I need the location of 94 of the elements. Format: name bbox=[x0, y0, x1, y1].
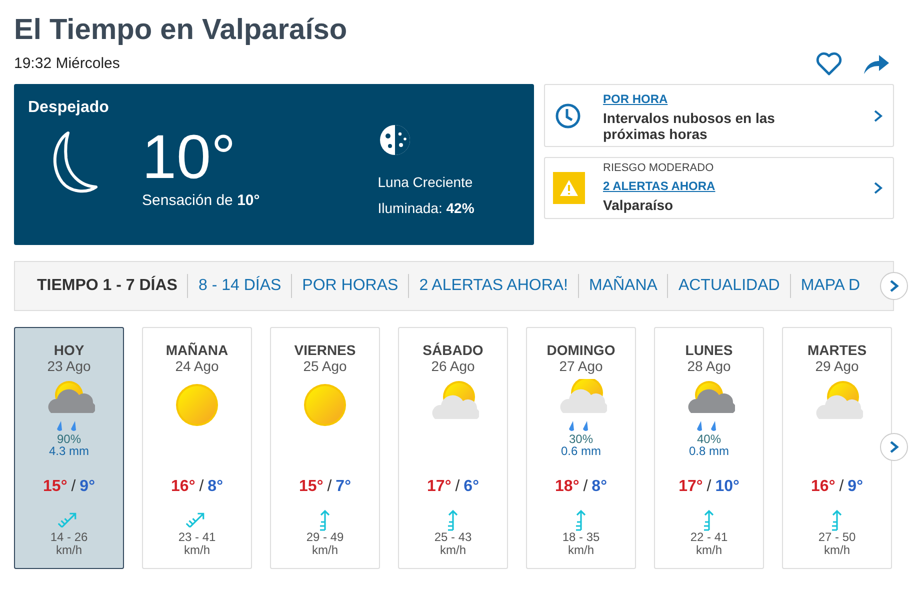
min-temperature: 6° bbox=[464, 477, 479, 497]
day-date: 25 Ago bbox=[303, 358, 347, 375]
next-button[interactable] bbox=[880, 433, 908, 461]
wind-unit: km/h bbox=[184, 544, 210, 557]
day-card[interactable]: MAÑANA 24 Ago 16° / 8° 23 - 41 km/h bbox=[142, 327, 252, 569]
wind-unit: km/h bbox=[312, 544, 338, 557]
next-button[interactable] bbox=[880, 272, 908, 300]
max-temperature: 15° bbox=[43, 477, 68, 497]
separator: / bbox=[455, 477, 460, 497]
separator: / bbox=[71, 477, 76, 497]
hourly-link[interactable]: POR HORA bbox=[603, 90, 873, 108]
hourly-card[interactable]: POR HORA Intervalos nubosos en las próximas horas bbox=[544, 84, 894, 147]
tab[interactable]: ACTUALIDAD bbox=[667, 274, 790, 298]
hourly-summary: Intervalos nubosos en las próximas horas bbox=[603, 110, 776, 142]
chevron-right-icon bbox=[889, 440, 899, 454]
tab[interactable]: MAÑANA bbox=[578, 274, 668, 298]
alert-location: Valparaíso bbox=[603, 196, 674, 215]
tab[interactable]: TIEMPO 1 - 7 DÍAS bbox=[27, 274, 188, 298]
page-title: El Tiempo en Valparaíso bbox=[14, 13, 348, 48]
day-date: 26 Ago bbox=[431, 358, 475, 375]
moon-phase: Luna Creciente bbox=[378, 173, 474, 192]
day-card[interactable]: LUNES 28 Ago 40% 0.8 mm 17° / 10° 22 - 41 km/h bbox=[654, 327, 764, 569]
min-temperature: 8° bbox=[592, 477, 607, 497]
day-name: DOMINGO bbox=[546, 342, 616, 358]
day-date: 29 Ago bbox=[815, 358, 859, 375]
day-card[interactable]: MARTES 29 Ago 16° / 9° 27 - 50 km/h bbox=[782, 327, 892, 569]
wind-speed: 22 - 41 bbox=[690, 531, 728, 544]
day-date: 24 Ago bbox=[175, 358, 219, 375]
share-icon[interactable] bbox=[862, 53, 890, 75]
wind-speed: 23 - 41 bbox=[178, 531, 216, 544]
wind-speed: 25 - 43 bbox=[434, 531, 472, 544]
day-name: MARTES bbox=[807, 342, 867, 358]
temperature: 10° bbox=[142, 128, 237, 188]
rain-chance: 40% bbox=[696, 433, 721, 445]
rain-chance: 90% bbox=[56, 433, 81, 445]
max-temperature: 15° bbox=[299, 477, 324, 497]
separator: / bbox=[839, 477, 844, 497]
day-name: VIERNES bbox=[294, 342, 356, 358]
day-name: MAÑANA bbox=[166, 342, 228, 358]
separator: / bbox=[583, 477, 588, 497]
day-card[interactable]: DOMINGO 27 Ago 30% 0.6 mm 18° / 8° 18 - 35 km/h bbox=[526, 327, 636, 569]
rain-amount: 4.3 mm bbox=[48, 445, 89, 457]
day-name: LUNES bbox=[685, 342, 733, 358]
max-temperature: 18° bbox=[555, 477, 580, 497]
max-temperature: 16° bbox=[811, 477, 836, 497]
max-temperature: 17° bbox=[678, 477, 703, 497]
risk-level: RIESGO MODERADO bbox=[603, 161, 715, 176]
alerts-link[interactable]: 2 ALERTAS AHORA bbox=[603, 176, 873, 195]
wind-speed: 14 - 26 bbox=[50, 531, 88, 544]
day-date: 27 Ago bbox=[559, 358, 603, 375]
day-date: 28 Ago bbox=[687, 358, 731, 375]
day-card[interactable]: VIERNES 25 Ago 15° / 7° 29 - 49 km/h bbox=[270, 327, 380, 569]
min-temperature: 10° bbox=[715, 477, 740, 497]
min-temperature: 9° bbox=[80, 477, 95, 497]
chevron-right-icon bbox=[873, 181, 883, 195]
tab[interactable]: POR HORAS bbox=[291, 274, 408, 298]
chevron-right-icon bbox=[889, 279, 899, 293]
tab[interactable]: MAPA D bbox=[790, 274, 870, 298]
tab[interactable]: 8 - 14 DÍAS bbox=[187, 274, 292, 298]
min-temperature: 9° bbox=[848, 477, 863, 497]
min-temperature: 7° bbox=[336, 477, 351, 497]
day-name: SÁBADO bbox=[422, 342, 484, 358]
day-date: 23 Ago bbox=[47, 358, 91, 375]
wind-speed: 29 - 49 bbox=[306, 531, 344, 544]
wind-unit: km/h bbox=[440, 544, 466, 557]
moon-illumination: Iluminada: 42% bbox=[378, 199, 474, 218]
rain-chance: 30% bbox=[568, 433, 593, 445]
wind-unit: km/h bbox=[696, 544, 722, 557]
separator: / bbox=[327, 477, 332, 497]
condition-label: Despejado bbox=[28, 98, 110, 118]
clock-icon bbox=[555, 102, 581, 128]
heart-icon[interactable] bbox=[816, 52, 842, 76]
tab[interactable]: 2 ALERTAS AHORA! bbox=[408, 274, 578, 298]
wind-speed: 18 - 35 bbox=[562, 531, 600, 544]
rain-amount: 0.8 mm bbox=[688, 445, 729, 457]
wind-unit: km/h bbox=[56, 544, 82, 557]
alert-card[interactable]: RIESGO MODERADO 2 ALERTAS AHORA Valparaíso bbox=[544, 157, 894, 219]
separator: / bbox=[199, 477, 204, 497]
date-time: 19:32 Miércoles bbox=[14, 54, 120, 74]
separator: / bbox=[706, 477, 712, 497]
wind-speed: 27 - 50 bbox=[818, 531, 856, 544]
feels-like: Sensación de 10° bbox=[142, 191, 260, 211]
moon-phase-icon bbox=[378, 124, 411, 156]
wind-unit: km/h bbox=[568, 544, 594, 557]
warning-icon bbox=[553, 172, 585, 204]
rain-amount: 0.6 mm bbox=[560, 445, 601, 457]
min-temperature: 8° bbox=[208, 477, 223, 497]
max-temperature: 17° bbox=[427, 477, 452, 497]
day-card[interactable]: HOY 23 Ago 90% 4.3 mm 15° / 9° 14 - 26 km/h bbox=[14, 327, 124, 569]
max-temperature: 16° bbox=[171, 477, 196, 497]
wind-unit: km/h bbox=[824, 544, 850, 557]
day-name: HOY bbox=[54, 342, 84, 358]
day-card[interactable]: SÁBADO 26 Ago 17° / 6° 25 - 43 km/h bbox=[398, 327, 508, 569]
chevron-right-icon bbox=[873, 108, 883, 122]
